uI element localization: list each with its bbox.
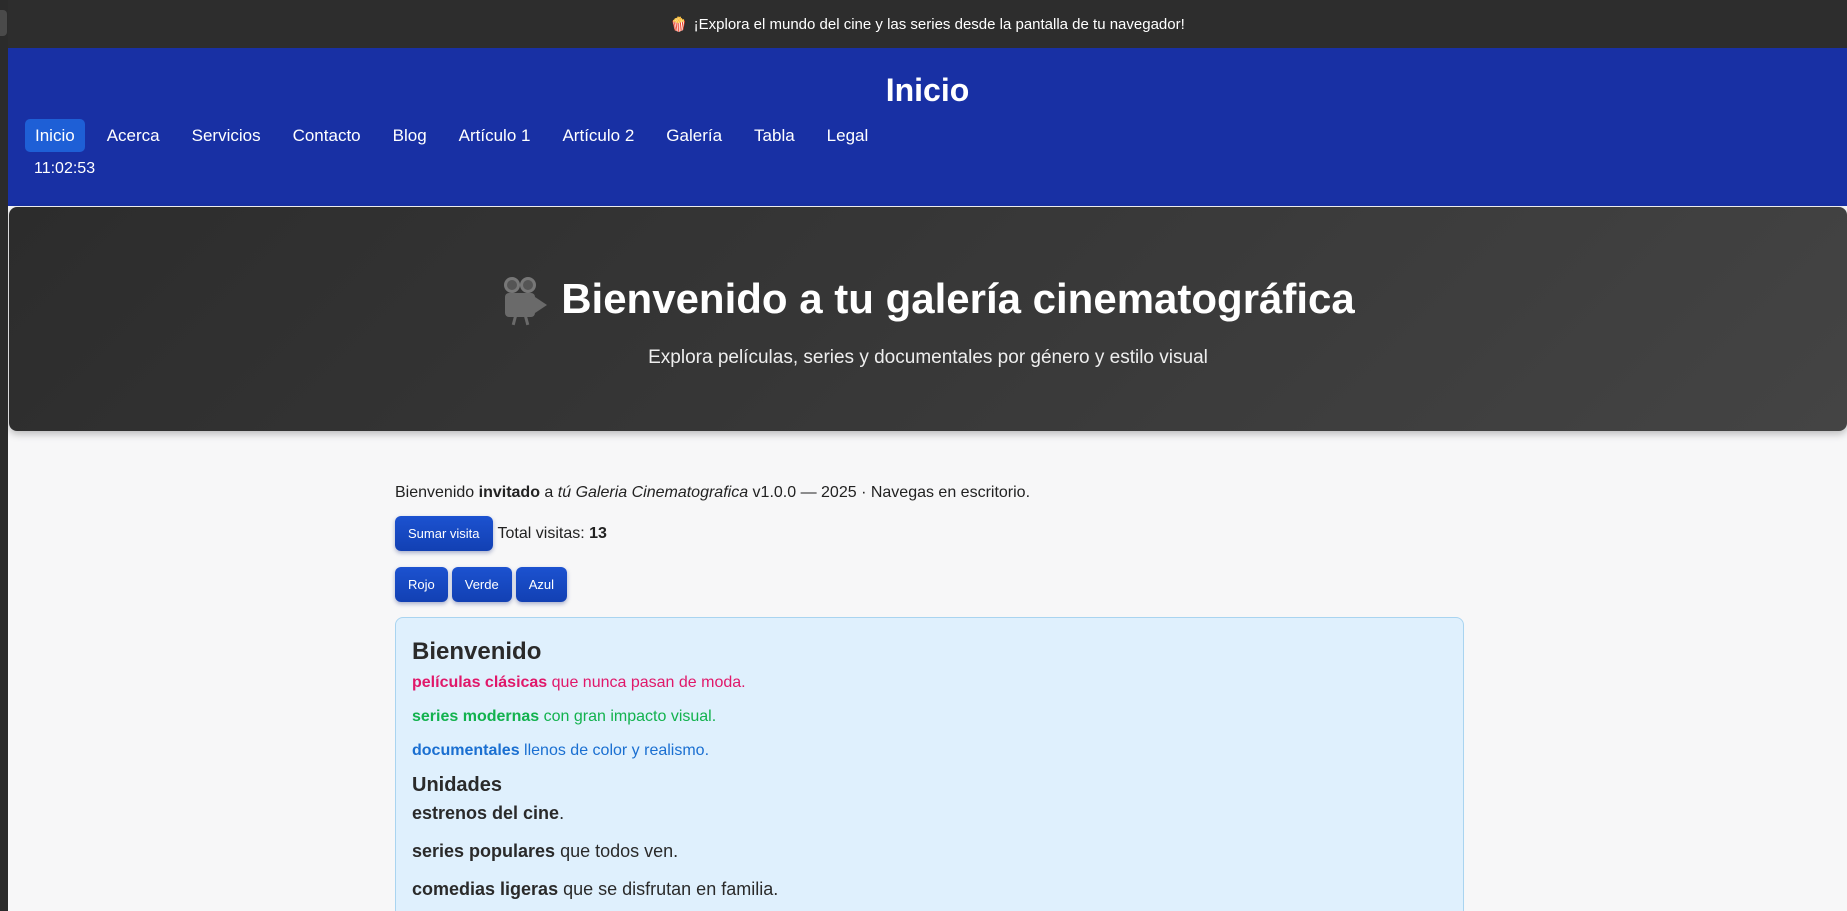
nav-item-acerca[interactable]: Acerca	[97, 119, 170, 152]
site-header: Inicio Inicio Acerca Servicios Contacto …	[0, 48, 1847, 206]
blue-button[interactable]: Azul	[515, 567, 568, 602]
main-nav: Inicio Acerca Servicios Contacto Blog Ar…	[25, 119, 890, 152]
card-item-text: que se disfrutan en familia.	[563, 879, 779, 899]
color-buttons: Rojo Verde Azul	[395, 567, 1464, 602]
nav-item-servicios[interactable]: Servicios	[182, 119, 271, 152]
app-name: tú Galeria Cinematografica	[557, 484, 749, 501]
card-item-strong: comedias ligeras	[412, 879, 559, 899]
visits-total: Total visitas: 13	[498, 525, 607, 543]
green-button[interactable]: Verde	[451, 567, 512, 602]
card-subtitle: Unidades	[412, 774, 503, 796]
card-line-strong: documentales	[412, 742, 520, 759]
nav-item-articulo-2[interactable]: Artículo 2	[552, 119, 644, 152]
welcome-suffix: v1.0.0 — 2025 · Navegas en escritorio.	[752, 484, 1031, 501]
card-item-strong: series populares	[412, 841, 556, 861]
card-line-strong: películas clásicas	[412, 674, 548, 691]
welcome-message: Bienvenido invitado a tú Galeria Cinemat…	[395, 484, 1464, 502]
hero-title: Bienvenido a tu galería cinematográfica	[561, 275, 1355, 322]
nav-item-contacto[interactable]: Contacto	[283, 119, 371, 152]
hero-heading: Bienvenido a tu galería cinematográfica	[9, 207, 1847, 326]
movie-camera-icon	[501, 277, 549, 326]
hero-banner: Bienvenido a tu galería cinematográfica …	[9, 207, 1847, 431]
red-button[interactable]: Rojo	[395, 567, 448, 602]
card-line-text: que nunca pasan de moda.	[551, 674, 746, 691]
card-item-text: .	[559, 803, 565, 823]
card-item-strong: estrenos del cine	[412, 803, 560, 823]
nav-item-articulo-1[interactable]: Artículo 1	[449, 119, 541, 152]
nav-item-inicio[interactable]: Inicio	[25, 119, 85, 152]
user-name: invitado	[478, 484, 540, 501]
nav-item-tabla[interactable]: Tabla	[744, 119, 805, 152]
nav-item-blog[interactable]: Blog	[383, 119, 437, 152]
visit-counter: Sumar visita Total visitas: 13	[395, 516, 1464, 551]
clock: 11:02:53	[34, 160, 96, 177]
add-visit-button[interactable]: Sumar visita	[395, 516, 493, 551]
card-item: estrenos del cine.	[412, 803, 1447, 824]
card-line-text: llenos de color y realismo.	[524, 742, 710, 759]
visits-label: Total visitas:	[497, 524, 585, 542]
nav-item-legal[interactable]: Legal	[817, 119, 879, 152]
main-content: Bienvenido invitado a tú Galeria Cinemat…	[395, 484, 1464, 911]
card-item: comedias ligeras que se disfrutan en fam…	[412, 879, 1447, 900]
visits-count: 13	[589, 524, 607, 542]
welcome-mid: a	[544, 484, 554, 501]
popcorn-icon: 🍿	[670, 15, 688, 32]
card-line-text: con gran impacto visual.	[543, 708, 717, 725]
card-item: series populares que todos ven.	[412, 841, 1447, 862]
card-title: Bienvenido	[412, 638, 542, 665]
page-title: Inicio	[885, 72, 970, 108]
card-line-classics: películas clásicas que nunca pasan de mo…	[412, 674, 1447, 692]
announcement-bar: 🍿 ¡Explora el mundo del cine y las serie…	[0, 0, 1847, 48]
window-left-edge	[0, 0, 8, 911]
card-line-strong: series modernas	[412, 708, 540, 725]
nav-item-galeria[interactable]: Galería	[656, 119, 732, 152]
card-line-documentaries: documentales llenos de color y realismo.	[412, 742, 1447, 760]
card-item-text: que todos ven.	[560, 841, 679, 861]
welcome-prefix: Bienvenido	[395, 484, 475, 501]
welcome-card: Bienvenido películas clásicas que nunca …	[395, 617, 1464, 911]
announcement-text: ¡Explora el mundo del cine y las series …	[693, 15, 1185, 33]
hero-subtitle: Explora películas, series y documentales…	[648, 347, 1208, 368]
card-line-series: series modernas con gran impacto visual.	[412, 708, 1447, 726]
edge-handle[interactable]	[0, 10, 7, 36]
